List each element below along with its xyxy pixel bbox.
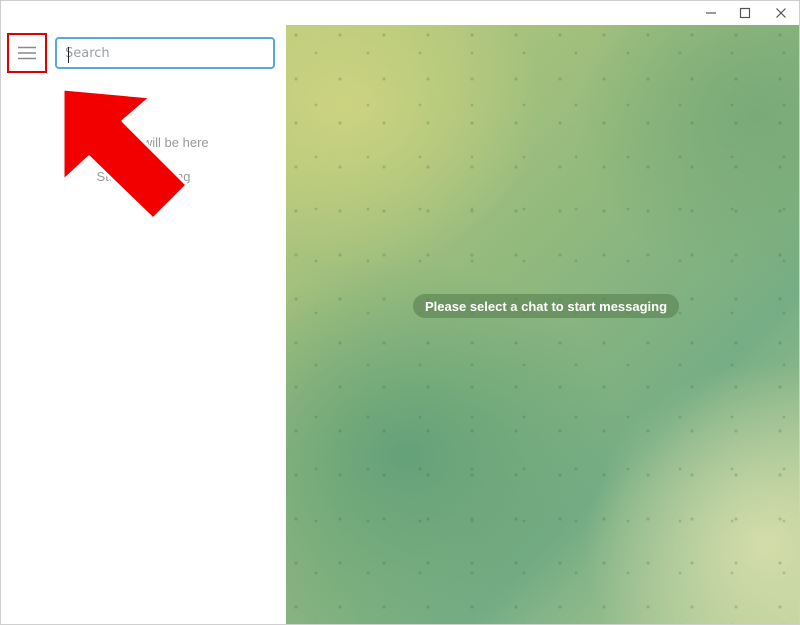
search-field[interactable]	[55, 37, 275, 69]
title-bar	[1, 1, 799, 25]
hamburger-icon	[18, 46, 36, 60]
minimize-button[interactable]	[695, 1, 727, 25]
text-caret	[68, 47, 69, 63]
close-icon	[776, 8, 786, 18]
maximize-icon	[739, 7, 751, 19]
maximize-button[interactable]	[729, 1, 761, 25]
search-input[interactable]	[65, 44, 265, 62]
close-button[interactable]	[765, 1, 797, 25]
chat-background: Please select a chat to start messaging	[286, 25, 799, 624]
doodle-pattern	[286, 25, 799, 624]
minimize-icon	[706, 12, 716, 14]
main-menu-button[interactable]	[7, 33, 47, 73]
select-chat-hint: Please select a chat to start messaging	[413, 294, 680, 318]
arrow-icon	[61, 87, 189, 221]
app-window: Your chats will be here Start messaging …	[0, 0, 800, 625]
